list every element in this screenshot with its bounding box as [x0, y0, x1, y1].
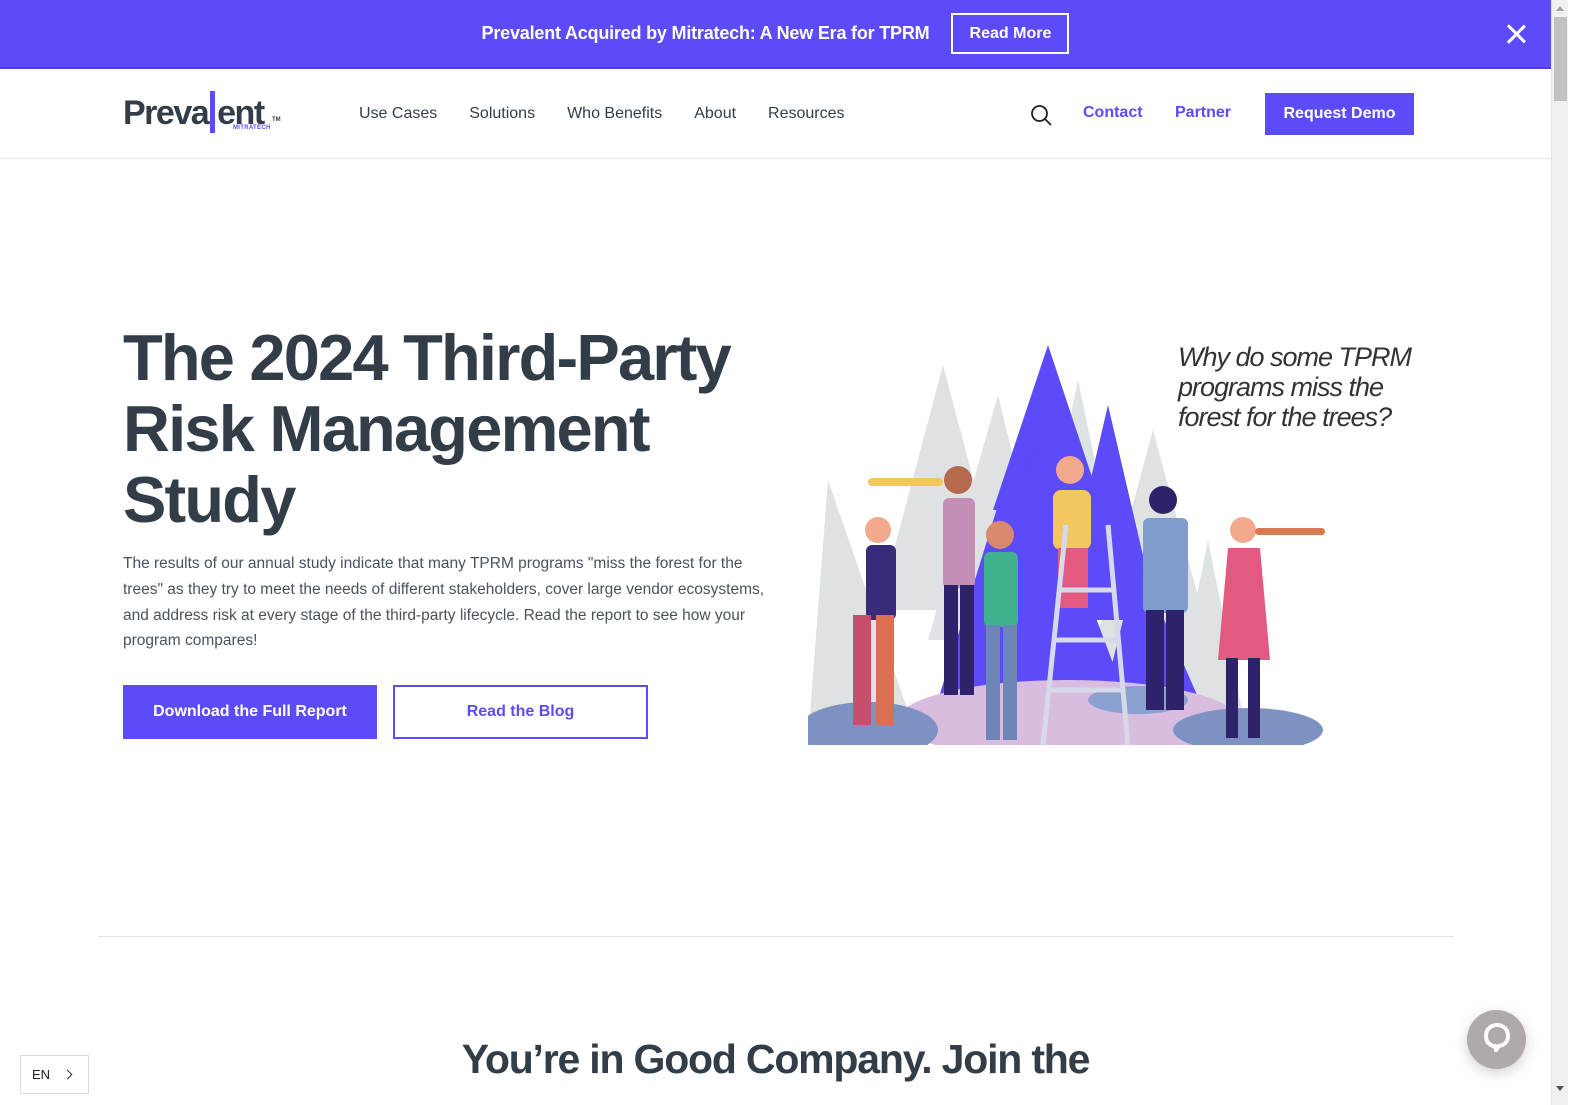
read-more-button[interactable]: Read More: [951, 13, 1070, 54]
chat-launcher-button[interactable]: [1467, 1010, 1526, 1069]
prevalent-logo[interactable]: Preva ent MITRATECH TM: [123, 91, 293, 137]
main-nav: Use Cases Solutions Who Benefits About R…: [359, 69, 877, 159]
contact-link[interactable]: Contact: [1083, 104, 1143, 122]
chevron-right-icon: [62, 1069, 73, 1080]
download-report-button[interactable]: Download the Full Report: [123, 685, 377, 739]
section-title: You’re in Good Company. Join the: [461, 1036, 1091, 1082]
read-blog-button[interactable]: Read the Blog: [393, 685, 648, 739]
nav-who-benefits[interactable]: Who Benefits: [567, 105, 662, 123]
search-icon[interactable]: [1030, 104, 1052, 126]
nav-use-cases[interactable]: Use Cases: [359, 105, 437, 123]
nav-solutions[interactable]: Solutions: [469, 105, 535, 123]
language-switcher[interactable]: EN: [20, 1055, 89, 1094]
logo-bar: [210, 91, 216, 133]
logo-text-left: Preva: [123, 94, 210, 132]
chat-bubble-icon: [1483, 1022, 1511, 1057]
banner-text: Prevalent Acquired by Mitratech: A New E…: [481, 23, 930, 43]
scroll-up-arrow-icon[interactable]: [1556, 6, 1564, 11]
close-icon[interactable]: [1503, 21, 1529, 47]
section-divider: [98, 936, 1454, 937]
page-scrollbar[interactable]: [1551, 0, 1568, 1105]
announcement-banner: Prevalent Acquired by Mitratech: A New E…: [0, 0, 1551, 69]
hero-description: The results of our annual study indicate…: [123, 555, 765, 650]
page: Prevalent Acquired by Mitratech: A New E…: [0, 0, 1551, 1105]
logo-subtext: MITRATECH: [233, 125, 271, 131]
request-demo-button[interactable]: Request Demo: [1265, 93, 1414, 135]
partner-link[interactable]: Partner: [1175, 104, 1231, 122]
logo-trademark: TM: [272, 117, 281, 123]
scrollbar-thumb[interactable]: [1554, 17, 1567, 101]
nav-about[interactable]: About: [694, 105, 736, 123]
site-header: Preva ent MITRATECH TM Use Cases Solution…: [0, 69, 1551, 159]
illustration-caption: Why do some TPRM programs miss the fores…: [1178, 342, 1412, 432]
language-code: EN: [32, 1067, 51, 1082]
nav-resources[interactable]: Resources: [768, 105, 844, 123]
scroll-down-arrow-icon[interactable]: [1556, 1086, 1564, 1091]
hero-title: The 2024 Third-Party Risk Management Stu…: [123, 321, 732, 536]
